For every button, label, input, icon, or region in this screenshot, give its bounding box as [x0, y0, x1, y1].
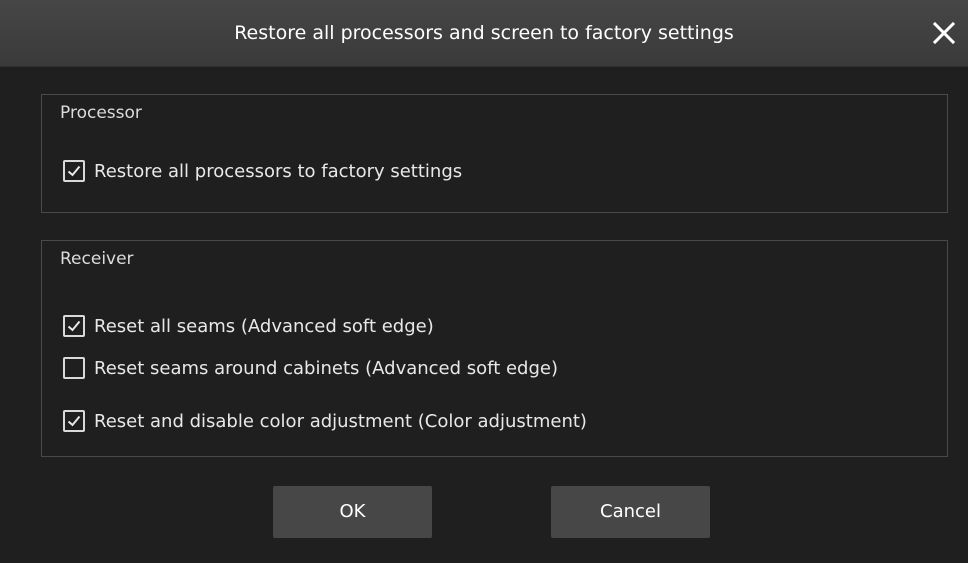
checkmark-icon: [67, 320, 81, 332]
dialog-title: Restore all processors and screen to fac…: [234, 22, 734, 44]
close-icon: [932, 21, 956, 45]
close-button[interactable]: [926, 15, 962, 51]
ok-button[interactable]: OK: [273, 486, 432, 538]
receiver-group-title: Receiver: [60, 249, 134, 269]
restore-processors-checkbox[interactable]: [63, 160, 85, 182]
reset-color-adjustment-option[interactable]: Reset and disable color adjustment (Colo…: [63, 409, 587, 433]
checkmark-icon: [67, 415, 81, 427]
title-bar: Restore all processors and screen to fac…: [0, 0, 968, 67]
reset-color-adjustment-label: Reset and disable color adjustment (Colo…: [94, 410, 587, 432]
restore-processors-option[interactable]: Restore all processors to factory settin…: [63, 159, 462, 183]
reset-all-seams-label: Reset all seams (Advanced soft edge): [94, 315, 434, 337]
receiver-group: Receiver Reset all seams (Advanced soft …: [41, 240, 948, 457]
reset-all-seams-checkbox[interactable]: [63, 315, 85, 337]
reset-seams-cabinets-option[interactable]: Reset seams around cabinets (Advanced so…: [63, 356, 558, 380]
checkmark-icon: [67, 165, 81, 177]
restore-processors-label: Restore all processors to factory settin…: [94, 160, 463, 182]
restore-dialog: Restore all processors and screen to fac…: [0, 0, 968, 563]
processor-group: Processor Restore all processors to fact…: [41, 94, 948, 213]
reset-all-seams-option[interactable]: Reset all seams (Advanced soft edge): [63, 314, 434, 338]
processor-group-title: Processor: [60, 103, 142, 123]
reset-seams-cabinets-label: Reset seams around cabinets (Advanced so…: [94, 357, 558, 379]
cancel-button[interactable]: Cancel: [551, 486, 710, 538]
reset-color-adjustment-checkbox[interactable]: [63, 410, 85, 432]
reset-seams-cabinets-checkbox[interactable]: [63, 357, 85, 379]
